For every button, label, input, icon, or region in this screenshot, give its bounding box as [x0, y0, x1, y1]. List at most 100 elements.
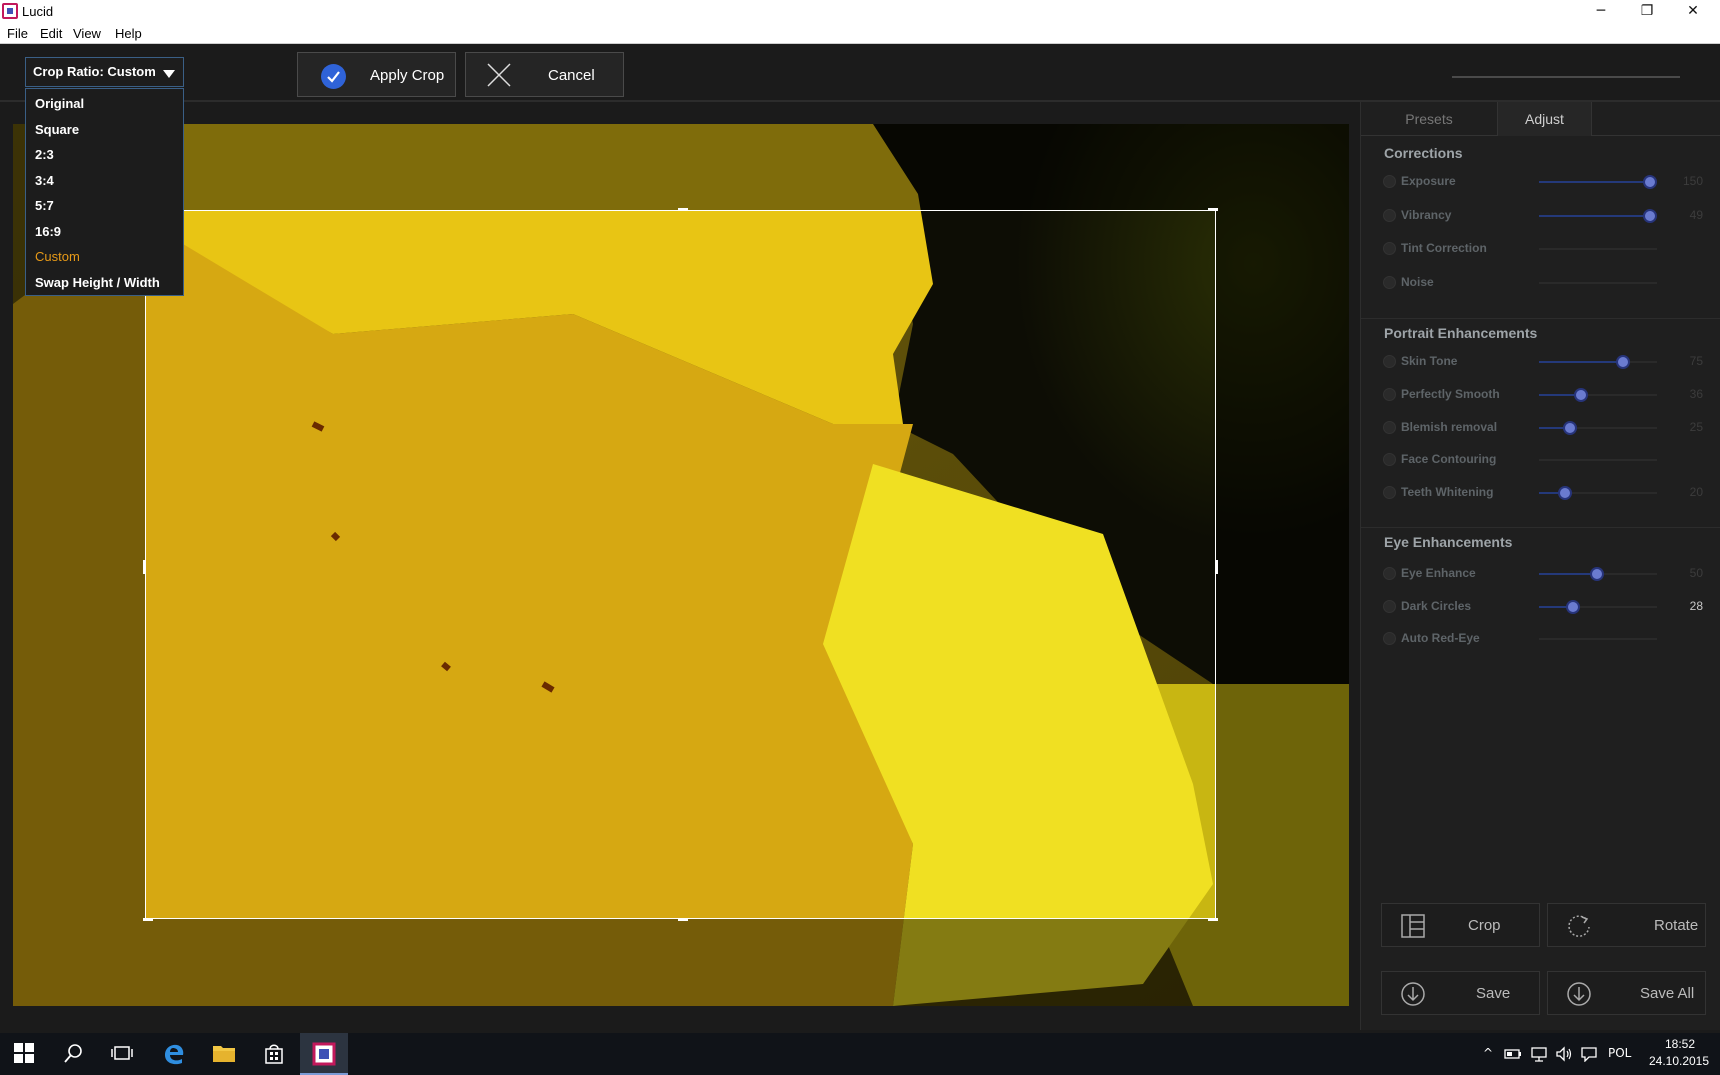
- adjustment-value: 49: [1689, 207, 1703, 222]
- clock-date[interactable]: 24.10.2015: [1642, 1054, 1716, 1068]
- slider-knob[interactable]: [1557, 486, 1572, 501]
- clock-time[interactable]: 18:52: [1660, 1037, 1700, 1051]
- adjustment-row: Blemish removal 25: [1361, 416, 1720, 440]
- lucid-taskbar-button[interactable]: [300, 1033, 348, 1075]
- crop-handle-bottom-left[interactable]: [143, 918, 153, 921]
- adjustment-slider[interactable]: [1539, 599, 1657, 614]
- restore-button[interactable]: ❐: [1624, 0, 1670, 24]
- crop-handle-left[interactable]: [143, 560, 146, 574]
- option-original[interactable]: Original: [35, 96, 84, 111]
- save-all-button[interactable]: Save All: [1547, 971, 1706, 1015]
- cancel-button[interactable]: Cancel: [465, 52, 624, 97]
- slider-knob[interactable]: [1566, 599, 1581, 614]
- adjustment-slider[interactable]: [1539, 175, 1657, 189]
- menu-file[interactable]: File: [7, 26, 28, 41]
- adjustment-row: Perfectly Smooth 36: [1361, 383, 1720, 407]
- toggle-radio[interactable]: [1383, 242, 1396, 256]
- slider-knob[interactable]: [1589, 567, 1604, 581]
- toggle-radio[interactable]: [1383, 632, 1396, 645]
- adjustment-row: Face Contouring: [1361, 448, 1720, 472]
- slider-knob[interactable]: [1615, 355, 1630, 369]
- adjustment-slider[interactable]: [1539, 420, 1657, 435]
- windows-logo-icon: [14, 1043, 34, 1063]
- toggle-radio[interactable]: [1383, 420, 1396, 434]
- adjustment-row: Tint Correction: [1361, 237, 1720, 261]
- task-view-button[interactable]: [98, 1033, 146, 1075]
- toggle-radio[interactable]: [1383, 486, 1396, 500]
- crop-button[interactable]: Crop: [1381, 903, 1540, 947]
- toggle-radio[interactable]: [1383, 276, 1396, 290]
- adjustment-slider[interactable]: [1539, 459, 1657, 462]
- save-all-button-label: Save All: [1640, 985, 1695, 1002]
- battery-icon[interactable]: [1504, 1047, 1522, 1061]
- option-3-4[interactable]: 3:4: [35, 173, 54, 188]
- tab-adjust[interactable]: Adjust: [1497, 102, 1592, 136]
- option-square[interactable]: Square: [35, 122, 79, 137]
- slider-knob[interactable]: [1642, 175, 1657, 189]
- store-taskbar-button[interactable]: [250, 1033, 298, 1075]
- toggle-radio[interactable]: [1383, 208, 1396, 222]
- slider-knob[interactable]: [1574, 387, 1589, 402]
- crop-handle-bottom[interactable]: [678, 918, 688, 921]
- crop-handle-right[interactable]: [1215, 560, 1218, 574]
- adjustment-slider[interactable]: [1539, 638, 1657, 640]
- window-title: Lucid: [22, 4, 54, 19]
- crop-handle-bottom-right[interactable]: [1208, 918, 1218, 921]
- panel-tabs: Presets Adjust: [1361, 102, 1720, 136]
- adjustment-slider[interactable]: [1539, 248, 1657, 251]
- volume-icon[interactable]: [1555, 1046, 1573, 1062]
- toggle-radio[interactable]: [1383, 599, 1396, 613]
- cancel-label: Cancel: [548, 67, 595, 84]
- toggle-radio[interactable]: [1383, 355, 1396, 368]
- action-center-icon[interactable]: [1580, 1046, 1598, 1062]
- minimize-button[interactable]: ─: [1578, 0, 1624, 24]
- slider-knob[interactable]: [1562, 420, 1577, 435]
- rotate-icon: [1568, 915, 1590, 937]
- menu-edit[interactable]: Edit: [40, 26, 62, 41]
- toggle-radio[interactable]: [1383, 387, 1396, 401]
- lucid-app-icon: [312, 1042, 336, 1066]
- language-indicator[interactable]: POL: [1608, 1046, 1631, 1060]
- menu-view[interactable]: View: [73, 26, 101, 41]
- adjustment-slider[interactable]: [1539, 567, 1657, 581]
- option-5-7[interactable]: 5:7: [35, 198, 54, 213]
- toggle-radio[interactable]: [1383, 567, 1396, 580]
- adjustment-row: Dark Circles 28: [1361, 595, 1720, 619]
- slider-knob[interactable]: [1642, 208, 1657, 223]
- save-button[interactable]: Save: [1381, 971, 1540, 1015]
- image-canvas[interactable]: [13, 124, 1349, 1006]
- option-2-3[interactable]: 2:3: [35, 147, 54, 162]
- apply-crop-button[interactable]: Apply Crop: [297, 52, 456, 97]
- adjustment-slider[interactable]: [1539, 208, 1657, 223]
- edge-browser-icon: [165, 1044, 184, 1065]
- adjustment-label: Auto Red-Eye: [1401, 631, 1480, 645]
- adjustment-label: Noise: [1401, 275, 1434, 290]
- edge-taskbar-button[interactable]: [150, 1033, 198, 1075]
- toggle-radio[interactable]: [1383, 453, 1396, 467]
- network-icon[interactable]: [1530, 1046, 1548, 1062]
- adjustment-slider[interactable]: [1539, 387, 1657, 402]
- crop-handle-top[interactable]: [678, 208, 688, 211]
- slider-fill: [1539, 361, 1623, 363]
- crop-frame[interactable]: [143, 208, 1218, 921]
- rotate-button[interactable]: Rotate: [1547, 903, 1706, 947]
- title-bar: Lucid ─ ❐ ✕: [0, 0, 1720, 24]
- start-button[interactable]: [0, 1033, 48, 1075]
- toggle-radio[interactable]: [1383, 175, 1396, 188]
- close-button[interactable]: ✕: [1670, 0, 1716, 24]
- option-custom[interactable]: Custom: [35, 249, 80, 264]
- apply-crop-label: Apply Crop: [370, 67, 445, 84]
- search-button[interactable]: [50, 1033, 98, 1075]
- crop-ratio-select[interactable]: Crop Ratio: Custom: [25, 57, 184, 87]
- crop-handle-top-right[interactable]: [1208, 208, 1218, 211]
- file-explorer-taskbar-button[interactable]: [200, 1033, 248, 1075]
- menu-help[interactable]: Help: [115, 26, 142, 41]
- adjustment-slider[interactable]: [1539, 282, 1657, 285]
- folder-icon: [213, 1046, 235, 1062]
- tab-presets[interactable]: Presets: [1361, 102, 1497, 136]
- option-16-9[interactable]: 16:9: [35, 224, 61, 239]
- option-swap-height-width[interactable]: Swap Height / Width: [35, 275, 160, 290]
- adjustment-slider[interactable]: [1539, 486, 1657, 501]
- chevron-up-icon[interactable]: ^: [1483, 1046, 1493, 1060]
- adjustment-slider[interactable]: [1539, 355, 1657, 369]
